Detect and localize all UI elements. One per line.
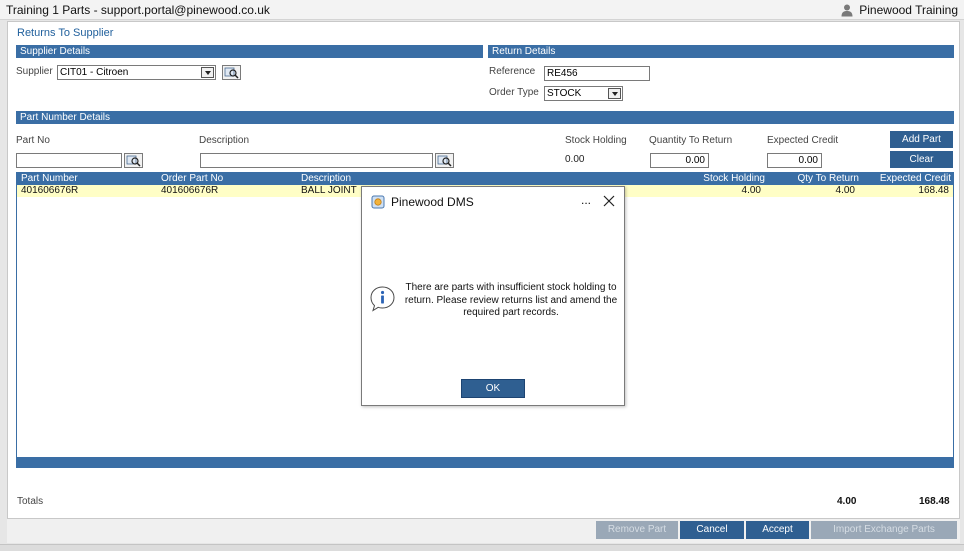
col-stock-holding[interactable]: Stock Holding (703, 173, 765, 185)
chevron-down-icon[interactable] (201, 67, 214, 78)
order-type-value: STOCK (547, 88, 582, 99)
totals-expected-credit: 168.48 (919, 496, 950, 507)
clear-button[interactable]: Clear (890, 151, 953, 168)
app-title: Training 1 Parts - support.portal@pinewo… (6, 3, 270, 17)
cell-stock-holding: 4.00 (741, 185, 761, 196)
dialog-more-button[interactable]: ... (581, 193, 591, 207)
search-icon (126, 155, 141, 167)
cell-part-number: 401606676R (21, 185, 79, 196)
description-label: Description (199, 135, 250, 146)
expected-credit-label: Expected Credit (767, 135, 839, 146)
page-title: Returns To Supplier (17, 27, 114, 39)
supplier-details-header: Supplier Details (16, 45, 483, 58)
close-icon[interactable] (603, 195, 615, 207)
order-type-label: Order Type (489, 87, 539, 98)
search-icon (224, 67, 239, 79)
grid-header: Part Number Order Part No Description St… (17, 173, 953, 185)
supplier-select[interactable]: CIT01 - Citroen (57, 65, 216, 80)
user-name: Pinewood Training (859, 3, 958, 17)
supplier-lookup-button[interactable] (222, 65, 241, 80)
description-lookup-button[interactable] (435, 153, 454, 168)
accept-button[interactable]: Accept (746, 521, 809, 539)
remove-part-button[interactable]: Remove Part (596, 521, 678, 539)
totals-label: Totals (17, 496, 44, 507)
ok-button[interactable]: OK (461, 379, 525, 398)
reference-input[interactable]: RE456 (544, 66, 650, 81)
message-dialog: Pinewood DMS ... There are parts with in… (361, 186, 625, 406)
cell-qty-to-return: 4.00 (835, 185, 855, 196)
part-details-header: Part Number Details (16, 111, 954, 124)
user-icon (841, 4, 853, 17)
supplier-value: CIT01 - Citroen (60, 67, 129, 78)
part-no-label: Part No (16, 135, 50, 146)
supplier-label: Supplier (16, 66, 53, 77)
col-qty-to-return[interactable]: Qty To Return (797, 173, 859, 185)
part-no-lookup-button[interactable] (124, 153, 143, 168)
search-icon (437, 155, 452, 167)
grid-footer (17, 457, 953, 467)
stock-holding-label: Stock Holding (565, 135, 627, 146)
col-order-part-no[interactable]: Order Part No (161, 173, 223, 185)
col-part-number[interactable]: Part Number (21, 173, 78, 185)
col-description[interactable]: Description (301, 173, 351, 185)
cell-description: BALL JOINT (301, 185, 357, 196)
stock-holding-value: 0.00 (565, 154, 585, 165)
dialog-message: There are parts with insufficient stock … (404, 282, 618, 318)
info-icon (370, 286, 395, 312)
import-exchange-parts-button[interactable]: Import Exchange Parts (811, 521, 957, 539)
cell-order-part-no: 401606676R (161, 185, 219, 196)
add-part-button[interactable]: Add Part (890, 131, 953, 148)
user-area[interactable]: Pinewood Training (840, 2, 958, 18)
order-type-select[interactable]: STOCK (544, 86, 623, 101)
qty-to-return-input[interactable]: 0.00 (650, 153, 709, 168)
part-no-input[interactable] (16, 153, 122, 168)
col-expected-credit[interactable]: Expected Credit (880, 173, 951, 185)
qty-to-return-label: Quantity To Return (649, 135, 733, 146)
reference-label: Reference (489, 66, 536, 77)
description-input[interactable] (200, 153, 433, 168)
totals-qty-to-return: 4.00 (837, 496, 857, 507)
window-titlebar: Training 1 Parts - support.portal@pinewo… (0, 0, 964, 20)
expected-credit-input[interactable]: 0.00 (767, 153, 822, 168)
app-icon (371, 195, 385, 209)
return-details-header: Return Details (488, 45, 954, 58)
cell-expected-credit: 168.48 (918, 185, 949, 196)
cancel-button[interactable]: Cancel (680, 521, 744, 539)
status-strip (0, 544, 964, 551)
chevron-down-icon[interactable] (608, 88, 621, 99)
action-bar: Remove Part Cancel Accept Import Exchang… (7, 519, 960, 543)
dialog-title: Pinewood DMS (391, 195, 474, 209)
